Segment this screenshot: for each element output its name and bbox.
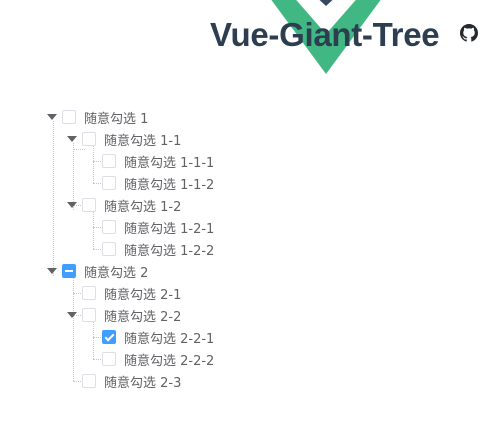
- node-label[interactable]: 随意勾选 1-1-2: [124, 174, 214, 193]
- tree-node-1-1-2[interactable]: 随意勾选 1-1-2: [86, 172, 214, 194]
- node-label[interactable]: 随意勾选 1-2-1: [124, 218, 214, 237]
- node-checkbox[interactable]: [102, 176, 116, 190]
- caret-down-icon[interactable]: [46, 111, 58, 123]
- node-checkbox[interactable]: [82, 132, 96, 146]
- caret-down-icon[interactable]: [66, 199, 78, 211]
- node-label[interactable]: 随意勾选 1: [84, 108, 148, 127]
- node-label[interactable]: 随意勾选 2-2-2: [124, 350, 214, 369]
- tree-node-1-2-2[interactable]: 随意勾选 1-2-2: [86, 238, 214, 260]
- node-label[interactable]: 随意勾选 1-2: [104, 196, 181, 215]
- tree-node-2-3[interactable]: 随意勾选 2-3: [66, 370, 181, 392]
- node-checkbox[interactable]: [82, 308, 96, 322]
- node-checkbox[interactable]: [82, 286, 96, 300]
- github-icon[interactable]: [460, 24, 478, 42]
- tree-connector: [53, 121, 54, 276]
- node-label[interactable]: 随意勾选 2-2-1: [124, 328, 214, 347]
- node-checkbox[interactable]: [102, 220, 116, 234]
- page-title: Vue-Giant-Tree: [210, 16, 440, 53]
- node-checkbox[interactable]: [102, 154, 116, 168]
- caret-down-icon[interactable]: [66, 309, 78, 321]
- node-checkbox-checked[interactable]: [102, 330, 116, 344]
- node-checkbox[interactable]: [62, 110, 76, 124]
- caret-down-icon[interactable]: [46, 265, 58, 277]
- node-label[interactable]: 随意勾选 2-3: [104, 372, 181, 391]
- tree-node-2-2-1[interactable]: 随意勾选 2-2-1: [86, 326, 214, 348]
- caret-down-icon[interactable]: [66, 133, 78, 145]
- tree-node-1-2-1[interactable]: 随意勾选 1-2-1: [86, 216, 214, 238]
- node-checkbox[interactable]: [82, 374, 96, 388]
- tree-node-2-1[interactable]: 随意勾选 2-1: [66, 282, 181, 304]
- tree-node-2[interactable]: 随意勾选 2: [46, 260, 148, 282]
- node-label[interactable]: 随意勾选 2-1: [104, 284, 181, 303]
- tree-node-2-2[interactable]: 随意勾选 2-2: [66, 304, 181, 326]
- node-checkbox[interactable]: [102, 352, 116, 366]
- tree: 随意勾选 1 随意勾选 1-1 随意勾选 1-1-1 随意勾选 1-1-2 随意…: [0, 106, 502, 392]
- node-label[interactable]: 随意勾选 2-2: [104, 306, 181, 325]
- node-checkbox-indeterminate[interactable]: [62, 264, 76, 278]
- node-label[interactable]: 随意勾选 1-1-1: [124, 152, 214, 171]
- node-label[interactable]: 随意勾选 1-2-2: [124, 240, 214, 259]
- tree-node-1[interactable]: 随意勾选 1: [46, 106, 148, 128]
- tree-node-1-2[interactable]: 随意勾选 1-2: [66, 194, 181, 216]
- tree-node-1-1-1[interactable]: 随意勾选 1-1-1: [86, 150, 214, 172]
- node-label[interactable]: 随意勾选 1-1: [104, 130, 181, 149]
- node-label[interactable]: 随意勾选 2: [84, 262, 148, 281]
- tree-node-1-1[interactable]: 随意勾选 1-1: [66, 128, 181, 150]
- node-checkbox[interactable]: [102, 242, 116, 256]
- node-checkbox[interactable]: [82, 198, 96, 212]
- tree-node-2-2-2[interactable]: 随意勾选 2-2-2: [86, 348, 214, 370]
